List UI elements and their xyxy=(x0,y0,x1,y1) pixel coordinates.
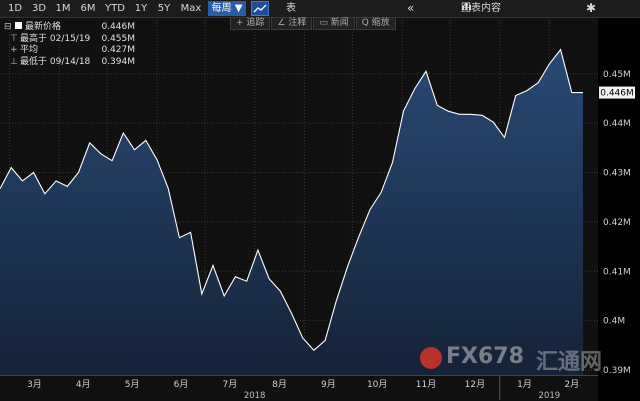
chart-toolbar: 1D 3D 1M 6M YTD 1Y 5Y Max 每周 ▼ 表 « 图表内容 … xyxy=(0,0,640,18)
news-button[interactable]: ▭ 新闻 xyxy=(313,17,355,30)
legend-low-row[interactable]: ⊥ 最低于 09/14/18 0.394M xyxy=(4,57,135,69)
y-tick-label: 0.41M xyxy=(603,267,631,277)
y-tick-label: 0.43M xyxy=(603,169,631,179)
y-tick-label: 0.42M xyxy=(603,218,631,228)
line-chart-icon[interactable] xyxy=(251,1,269,16)
chart-subtools: + 追踪 ∠ 注释 ▭ 新闻 Q 缩放 xyxy=(230,17,397,30)
watermark-cn: 汇通网 xyxy=(536,350,603,375)
y-axis: 0.39M 0.4M 0.41M 0.42M 0.43M 0.44M 0.45M 0.446M xyxy=(599,70,635,376)
chart-content-button[interactable]: 图表内容 xyxy=(461,1,501,16)
gear-icon[interactable]: ✱ xyxy=(586,0,596,16)
legend-avg-label: 平均 xyxy=(20,45,39,55)
period-1y-button[interactable]: 1Y xyxy=(133,1,149,16)
zoom-button[interactable]: Q 缩放 xyxy=(355,17,396,30)
period-3d-button[interactable]: 3D xyxy=(30,1,48,16)
average-marker-icon: + xyxy=(10,45,18,55)
y-tick-label: 0.4M xyxy=(603,317,625,327)
period-ytd-button[interactable]: YTD xyxy=(103,1,127,16)
high-marker-icon: ⊤ xyxy=(10,33,18,44)
low-marker-icon: ⊥ xyxy=(10,56,18,67)
x-axis-bar xyxy=(0,375,598,401)
legend-low-value: 0.394M xyxy=(101,56,135,67)
y-tick-label: 0.45M xyxy=(603,70,631,80)
collapse-icon[interactable]: « xyxy=(407,0,414,16)
table-view-button[interactable]: 表 xyxy=(286,1,296,16)
legend-high-value: 0.455M xyxy=(101,33,135,44)
frequency-dropdown[interactable]: 每周 ▼ xyxy=(208,1,246,16)
legend: ⊟ 最新价格 0.446M ⊤ 最高于 02/15/19 0.455M + 平均 0.… xyxy=(4,22,135,68)
legend-high-label: 最高于 02/15/19 xyxy=(20,33,91,44)
legend-avg-row[interactable]: + 平均 0.427M xyxy=(4,45,135,57)
y-tick-label: 0.39M xyxy=(603,366,631,376)
chart-content-icon xyxy=(462,3,471,10)
watermark-text: FX678 xyxy=(446,344,524,369)
period-5y-button[interactable]: 5Y xyxy=(156,1,172,16)
track-button[interactable]: + 追踪 xyxy=(230,17,271,30)
period-1m-button[interactable]: 1M xyxy=(54,1,72,16)
legend-last-row[interactable]: ⊟ 最新价格 0.446M xyxy=(4,22,135,34)
period-max-button[interactable]: Max xyxy=(180,1,202,16)
legend-last-label: 最新价格 xyxy=(25,22,62,32)
legend-bracket-icon: ⊟ xyxy=(4,22,12,32)
legend-low-label: 最低于 09/14/18 xyxy=(20,56,91,67)
annotate-button[interactable]: ∠ 注释 xyxy=(271,17,313,30)
watermark-logo-icon xyxy=(420,347,442,369)
period-1d-button[interactable]: 1D xyxy=(7,1,23,16)
legend-swatch xyxy=(15,22,22,29)
legend-avg-value: 0.427M xyxy=(101,45,135,55)
y-tick-label: 0.44M xyxy=(603,119,631,129)
legend-last-value: 0.446M xyxy=(101,22,135,32)
period-6m-button[interactable]: 6M xyxy=(79,1,97,16)
last-value-label: 0.446M xyxy=(600,89,634,99)
legend-high-row[interactable]: ⊤ 最高于 02/15/19 0.455M xyxy=(4,34,135,46)
